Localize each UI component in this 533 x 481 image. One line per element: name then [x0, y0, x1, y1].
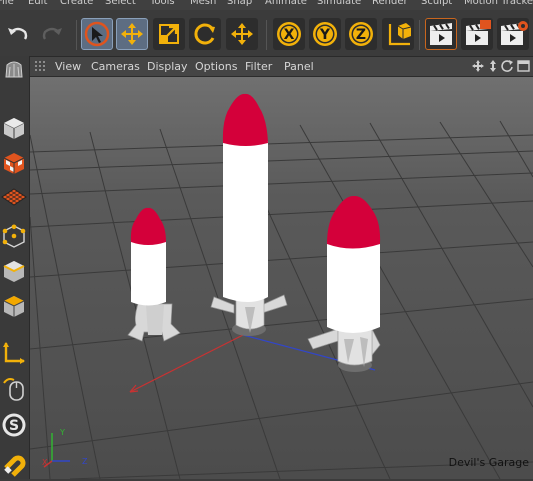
menu-create[interactable]: Create [60, 0, 93, 8]
undo-icon [8, 27, 28, 40]
model-mode-button[interactable] [1, 113, 27, 143]
grid-plane-icon [1, 188, 27, 206]
svg-text:Z: Z [356, 27, 366, 43]
viewport-menu-filter[interactable]: Filter [245, 60, 272, 73]
edges-mode-button[interactable] [1, 256, 27, 286]
rotate-tool-button[interactable] [189, 18, 221, 50]
viewport-move-icon[interactable] [471, 59, 485, 73]
menu-render[interactable]: Render [372, 0, 408, 8]
clapperboard-render-icon [466, 20, 491, 45]
move-tool-button[interactable] [116, 18, 148, 50]
rotate-icon [194, 23, 215, 45]
points-cube-icon [2, 224, 26, 248]
main-toolbar: X Y Z [0, 10, 533, 57]
scale-icon [159, 24, 179, 44]
viewport-menu-display[interactable]: Display [147, 60, 188, 73]
viewport-menu-panel[interactable]: Panel [284, 60, 314, 73]
redo-icon [42, 27, 62, 40]
viewport-rotate-icon[interactable] [501, 59, 514, 73]
menu-select[interactable]: Select [105, 0, 136, 8]
snap-s-icon: S [2, 413, 26, 437]
coordinate-system-icon [388, 23, 412, 46]
texture-mode-button[interactable] [1, 148, 27, 178]
menu-sculpt[interactable]: Sculpt [421, 0, 452, 8]
z-axis-icon: Z [349, 22, 373, 46]
transform-tool-button[interactable] [226, 18, 258, 50]
y-axis-lock-button[interactable]: Y [309, 18, 341, 50]
grip-icon [35, 61, 45, 71]
points-mode-button[interactable] [1, 221, 27, 251]
axis-mode-button[interactable] [1, 338, 27, 368]
y-axis-icon: Y [313, 22, 337, 46]
render-settings-button[interactable] [497, 18, 529, 50]
axis-corner-icon [3, 342, 25, 364]
x-axis-lock-button[interactable]: X [273, 18, 305, 50]
x-axis-icon: X [277, 22, 301, 46]
coordinate-system-button[interactable] [382, 18, 414, 50]
menu-simulate[interactable]: Simulate [317, 0, 361, 8]
snapping-button[interactable]: S [1, 410, 27, 440]
cursor-selection-icon [84, 21, 110, 47]
scale-tool-button[interactable] [153, 18, 185, 50]
undo-button[interactable] [2, 18, 34, 50]
scene-canvas: Y Z X [30, 93, 533, 479]
rocket-small [127, 207, 181, 342]
gizmo-z-label: Z [82, 457, 88, 466]
magnet-icon [4, 455, 26, 477]
menu-edit[interactable]: Edit [28, 0, 47, 8]
left-palette: S [0, 56, 30, 479]
rocket-right [307, 195, 381, 372]
menu-motion-tracker[interactable]: Motion Tracker [464, 0, 533, 8]
magnet-tool-button[interactable] [1, 451, 27, 481]
gizmo-y-label: Y [59, 428, 65, 437]
clapperboard-settings-icon [501, 21, 528, 45]
svg-text:X: X [284, 27, 295, 43]
menu-file[interactable]: File [0, 0, 14, 8]
menu-animate[interactable]: Animate [265, 0, 307, 8]
transform-arrows-icon [231, 23, 253, 45]
render-to-picture-viewer-button[interactable] [461, 18, 493, 50]
viewport-menu-options[interactable]: Options [195, 60, 237, 73]
perspective-viewport[interactable]: Y Z X Devil's Garage [30, 77, 533, 479]
viewport-menubar: View Cameras Display Options Filter Pane… [30, 57, 533, 77]
clapperboard-icon [430, 23, 452, 45]
checker-cube-icon [3, 153, 25, 174]
watermark-text: Devil's Garage [448, 456, 529, 469]
rocket-large [210, 93, 288, 336]
cube-icon [3, 118, 25, 139]
render-view-button[interactable] [425, 18, 457, 50]
redo-button[interactable] [36, 18, 68, 50]
edges-cube-icon [3, 261, 25, 282]
polygons-cube-icon [3, 296, 25, 317]
viewport-zoom-icon[interactable] [487, 59, 499, 73]
tweak-mode-button[interactable] [1, 373, 27, 403]
viewport-menu-view[interactable]: View [55, 60, 81, 73]
svg-text:S: S [9, 418, 19, 434]
menu-tools[interactable]: Tools [150, 0, 175, 8]
world-x-axis-line [129, 334, 244, 393]
viewport-menu-cameras[interactable]: Cameras [91, 60, 140, 73]
menu-mesh[interactable]: Mesh [190, 0, 216, 8]
viewport-maximize-icon[interactable] [517, 59, 530, 73]
mouse-icon [3, 378, 24, 401]
z-axis-lock-button[interactable]: Z [345, 18, 377, 50]
polygons-mode-button[interactable] [1, 291, 27, 321]
cloth-tool-button[interactable] [1, 58, 27, 80]
svg-text:Y: Y [319, 27, 331, 43]
menu-snap[interactable]: Snap [227, 0, 252, 8]
main-menubar: File Edit Create Select Tools Mesh Snap … [0, 0, 533, 10]
workplane-mode-button[interactable] [1, 183, 27, 213]
gizmo-x-label: X [42, 458, 48, 467]
cloth-icon [5, 61, 23, 78]
live-selection-button[interactable] [81, 18, 113, 50]
move-arrows-icon [121, 23, 143, 45]
